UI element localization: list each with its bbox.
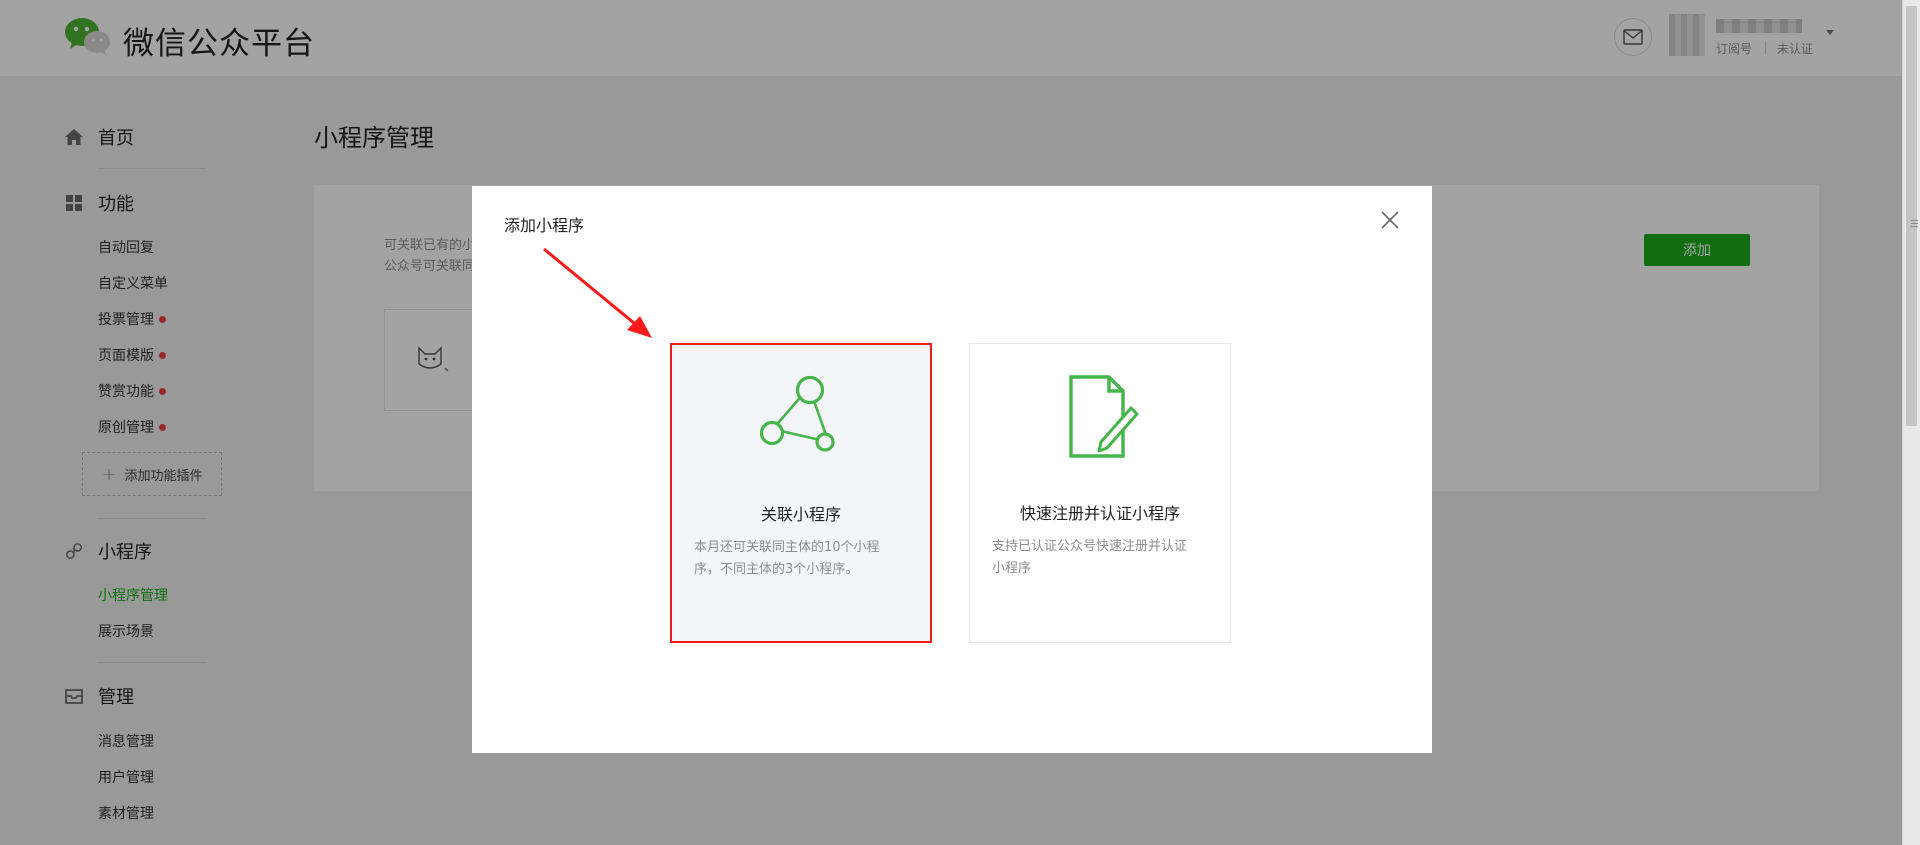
scrollbar-thumb[interactable] xyxy=(1906,6,1918,426)
red-arrow-annotation xyxy=(543,247,652,338)
page-scrollbar[interactable] xyxy=(1902,0,1920,845)
option-title: 关联小程序 xyxy=(760,505,841,524)
option-description: 本月还可关联同主体的10个小程 序，不同主体的3个小程序。 xyxy=(694,540,880,577)
scrollbar-grip xyxy=(1911,220,1918,221)
option-title: 快速注册并认证小程序 xyxy=(1019,504,1180,523)
scrollbar-grip xyxy=(1911,223,1918,224)
share-nodes-icon xyxy=(759,375,835,452)
option-description: 支持已认证公众号快速注册并认证 小程序 xyxy=(992,539,1188,576)
close-icon[interactable] xyxy=(1378,208,1402,232)
link-miniprogram-option[interactable]: 关联小程序 本月还可关联同主体的10个小程 序，不同主体的3个小程序。 xyxy=(670,343,932,643)
quick-register-option[interactable]: 快速注册并认证小程序 支持已认证公众号快速注册并认证 小程序 xyxy=(969,343,1231,643)
dialog-title: 添加小程序 xyxy=(504,216,585,235)
document-edit-icon xyxy=(1069,375,1139,458)
scrollbar-grip xyxy=(1911,226,1918,227)
